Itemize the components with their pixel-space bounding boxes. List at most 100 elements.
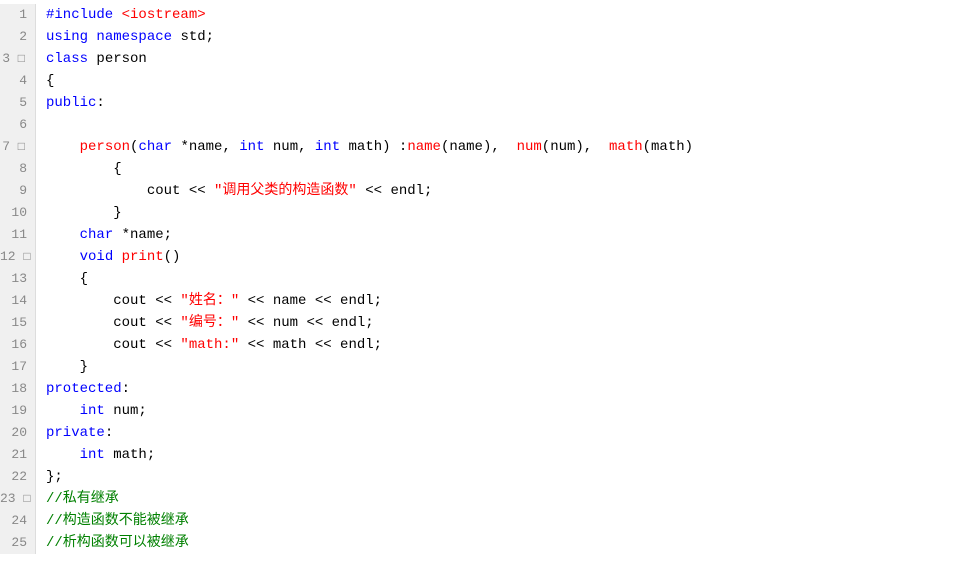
code-content: cout << "编号：" << num << endl; bbox=[44, 312, 973, 334]
fold-marker[interactable]: □ bbox=[23, 250, 30, 264]
token bbox=[46, 139, 80, 155]
code-content: } bbox=[44, 356, 973, 378]
token: "调用父类的构造函数" bbox=[214, 183, 357, 199]
token: int bbox=[239, 139, 264, 155]
token: void bbox=[80, 249, 114, 265]
token: *name; bbox=[113, 227, 172, 243]
code-line: 16 cout << "math:" << math << endl; bbox=[0, 334, 973, 356]
token: << num << endl; bbox=[239, 315, 373, 331]
code-line: 15 cout << "编号：" << num << endl; bbox=[0, 312, 973, 334]
token: cout << bbox=[46, 315, 180, 331]
token: << math << endl; bbox=[239, 337, 382, 353]
token: } bbox=[46, 359, 88, 375]
code-content: } bbox=[44, 202, 973, 224]
code-line: 10 } bbox=[0, 202, 973, 224]
line-number: 10 bbox=[0, 202, 36, 224]
line-number: 17 bbox=[0, 356, 36, 378]
token: //构造函数不能被继承 bbox=[46, 513, 189, 529]
line-number: 9 bbox=[0, 180, 36, 202]
token: person bbox=[96, 51, 146, 67]
code-line: 18protected: bbox=[0, 378, 973, 400]
token: } bbox=[46, 205, 122, 221]
line-number: 12 □ bbox=[0, 246, 36, 268]
token: print bbox=[122, 249, 164, 265]
token: private bbox=[46, 425, 105, 441]
token: class bbox=[46, 51, 96, 67]
token: protected bbox=[46, 381, 122, 397]
token: (name), bbox=[441, 139, 517, 155]
code-content: cout << "调用父类的构造函数" << endl; bbox=[44, 180, 973, 202]
token: int bbox=[80, 403, 105, 419]
code-line: 2 using namespace std; bbox=[0, 26, 973, 48]
token: << name << endl; bbox=[239, 293, 382, 309]
code-line: 21 int math; bbox=[0, 444, 973, 466]
code-line: 7 □ person(char *name, int num, int math… bbox=[0, 136, 973, 158]
code-content: int math; bbox=[44, 444, 973, 466]
token: int bbox=[315, 139, 340, 155]
line-number: 1 bbox=[0, 4, 36, 26]
token bbox=[46, 447, 80, 463]
token: cout << bbox=[46, 293, 180, 309]
fold-marker[interactable]: □ bbox=[23, 492, 30, 506]
token: using bbox=[46, 29, 96, 45]
code-line: 5public: bbox=[0, 92, 973, 114]
token: cout << bbox=[46, 337, 180, 353]
fold-marker[interactable]: □ bbox=[18, 52, 25, 66]
token: }; bbox=[46, 469, 63, 485]
line-number: 16 bbox=[0, 334, 36, 356]
line-number: 15 bbox=[0, 312, 36, 334]
code-content: int num; bbox=[44, 400, 973, 422]
token bbox=[113, 249, 121, 265]
token: cout << bbox=[46, 183, 214, 199]
code-line: 12 □ void print() bbox=[0, 246, 973, 268]
line-number: 19 bbox=[0, 400, 36, 422]
line-number: 11 bbox=[0, 224, 36, 246]
token: "编号：" bbox=[180, 315, 239, 331]
line-number: 2 bbox=[0, 26, 36, 48]
token: : bbox=[96, 95, 104, 111]
code-content: //构造函数不能被继承 bbox=[44, 510, 973, 532]
line-number: 20 bbox=[0, 422, 36, 444]
token: "姓名：" bbox=[180, 293, 239, 309]
code-line: 6 bbox=[0, 114, 973, 136]
token: namespace bbox=[96, 29, 180, 45]
code-content: //私有继承 bbox=[44, 488, 973, 510]
token: char bbox=[138, 139, 172, 155]
code-line: 22}; bbox=[0, 466, 973, 488]
code-content: //析构函数可以被继承 bbox=[44, 532, 973, 554]
token: public bbox=[46, 95, 96, 111]
code-content: { bbox=[44, 268, 973, 290]
code-content: void print() bbox=[44, 246, 973, 268]
code-line: 25 //析构函数可以被继承 bbox=[0, 532, 973, 554]
token: int bbox=[80, 447, 105, 463]
code-content: cout << "姓名：" << name << endl; bbox=[44, 290, 973, 312]
line-number: 3 □ bbox=[0, 48, 36, 70]
code-content bbox=[44, 114, 973, 136]
line-number: 25 bbox=[0, 532, 36, 554]
fold-marker[interactable]: □ bbox=[18, 140, 25, 154]
code-line: 4{ bbox=[0, 70, 973, 92]
token: (num), bbox=[542, 139, 609, 155]
token bbox=[46, 249, 80, 265]
code-content: cout << "math:" << math << endl; bbox=[44, 334, 973, 356]
line-number: 22 bbox=[0, 466, 36, 488]
token: num, bbox=[264, 139, 314, 155]
code-line: 13 { bbox=[0, 268, 973, 290]
line-number: 13 bbox=[0, 268, 36, 290]
token: (math) bbox=[643, 139, 693, 155]
line-number: 7 □ bbox=[0, 136, 36, 158]
code-content: { bbox=[44, 70, 973, 92]
token: math bbox=[609, 139, 643, 155]
token: <iostream> bbox=[122, 7, 206, 23]
code-content: using namespace std; bbox=[44, 26, 973, 48]
code-content: char *name; bbox=[44, 224, 973, 246]
code-content: { bbox=[44, 158, 973, 180]
token bbox=[46, 403, 80, 419]
token: name bbox=[407, 139, 441, 155]
code-line: 11 char *name; bbox=[0, 224, 973, 246]
token: num; bbox=[105, 403, 147, 419]
code-line: 9 cout << "调用父类的构造函数" << endl; bbox=[0, 180, 973, 202]
line-number: 14 bbox=[0, 290, 36, 312]
code-line: 14 cout << "姓名：" << name << endl; bbox=[0, 290, 973, 312]
code-line: 3 □ class person bbox=[0, 48, 973, 70]
